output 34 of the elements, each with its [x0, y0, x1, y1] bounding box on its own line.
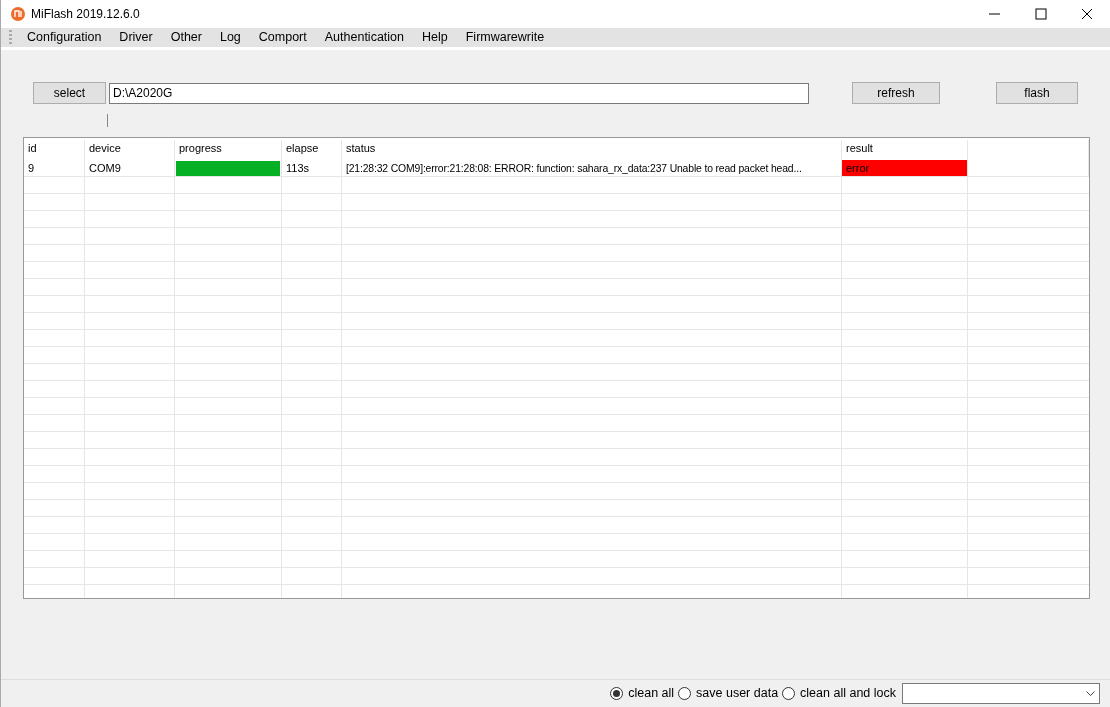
radio-label[interactable]: clean all: [628, 684, 675, 703]
close-icon: [1081, 8, 1093, 20]
window-title: MiFlash 2019.12.6.0: [31, 6, 140, 23]
menu-item[interactable]: Firmwarewrite: [456, 28, 554, 47]
flash-button[interactable]: flash: [996, 82, 1078, 104]
menu-item[interactable]: Other: [161, 28, 211, 47]
menu-item[interactable]: Comport: [249, 28, 316, 47]
toolbar-grip-icon: [9, 29, 12, 46]
radio-label[interactable]: save user data: [696, 684, 779, 703]
app-logo-icon: [11, 7, 25, 21]
column-header: status: [342, 140, 842, 160]
select-button[interactable]: select: [33, 82, 106, 104]
column-header: elapse: [282, 140, 342, 160]
column-header: id: [24, 140, 85, 160]
table-cell: COM9: [85, 160, 175, 176]
radio-button[interactable]: [610, 687, 624, 700]
column-header: device: [85, 140, 175, 160]
radio-button[interactable]: [782, 687, 796, 700]
menu-item[interactable]: Help: [413, 28, 457, 47]
menu-item[interactable]: Driver: [110, 28, 162, 47]
menu-item[interactable]: Authentication: [315, 28, 413, 47]
menu-item[interactable]: Log: [210, 28, 250, 47]
radio-button[interactable]: [678, 687, 692, 700]
table-cell: 9: [24, 160, 85, 176]
radio-label[interactable]: clean all and lock: [800, 684, 896, 703]
path-field[interactable]: D:\A2020G: [109, 82, 809, 104]
chevron-down-icon: [1086, 690, 1095, 697]
dropdown-field[interactable]: [902, 683, 1100, 704]
maximize-icon: [1035, 8, 1047, 20]
menu-item[interactable]: Configuration: [18, 28, 111, 47]
result-cell: error: [842, 160, 968, 176]
refresh-button[interactable]: refresh: [852, 82, 940, 104]
table-cell: 113s: [282, 160, 342, 176]
column-header: progress: [175, 140, 282, 160]
